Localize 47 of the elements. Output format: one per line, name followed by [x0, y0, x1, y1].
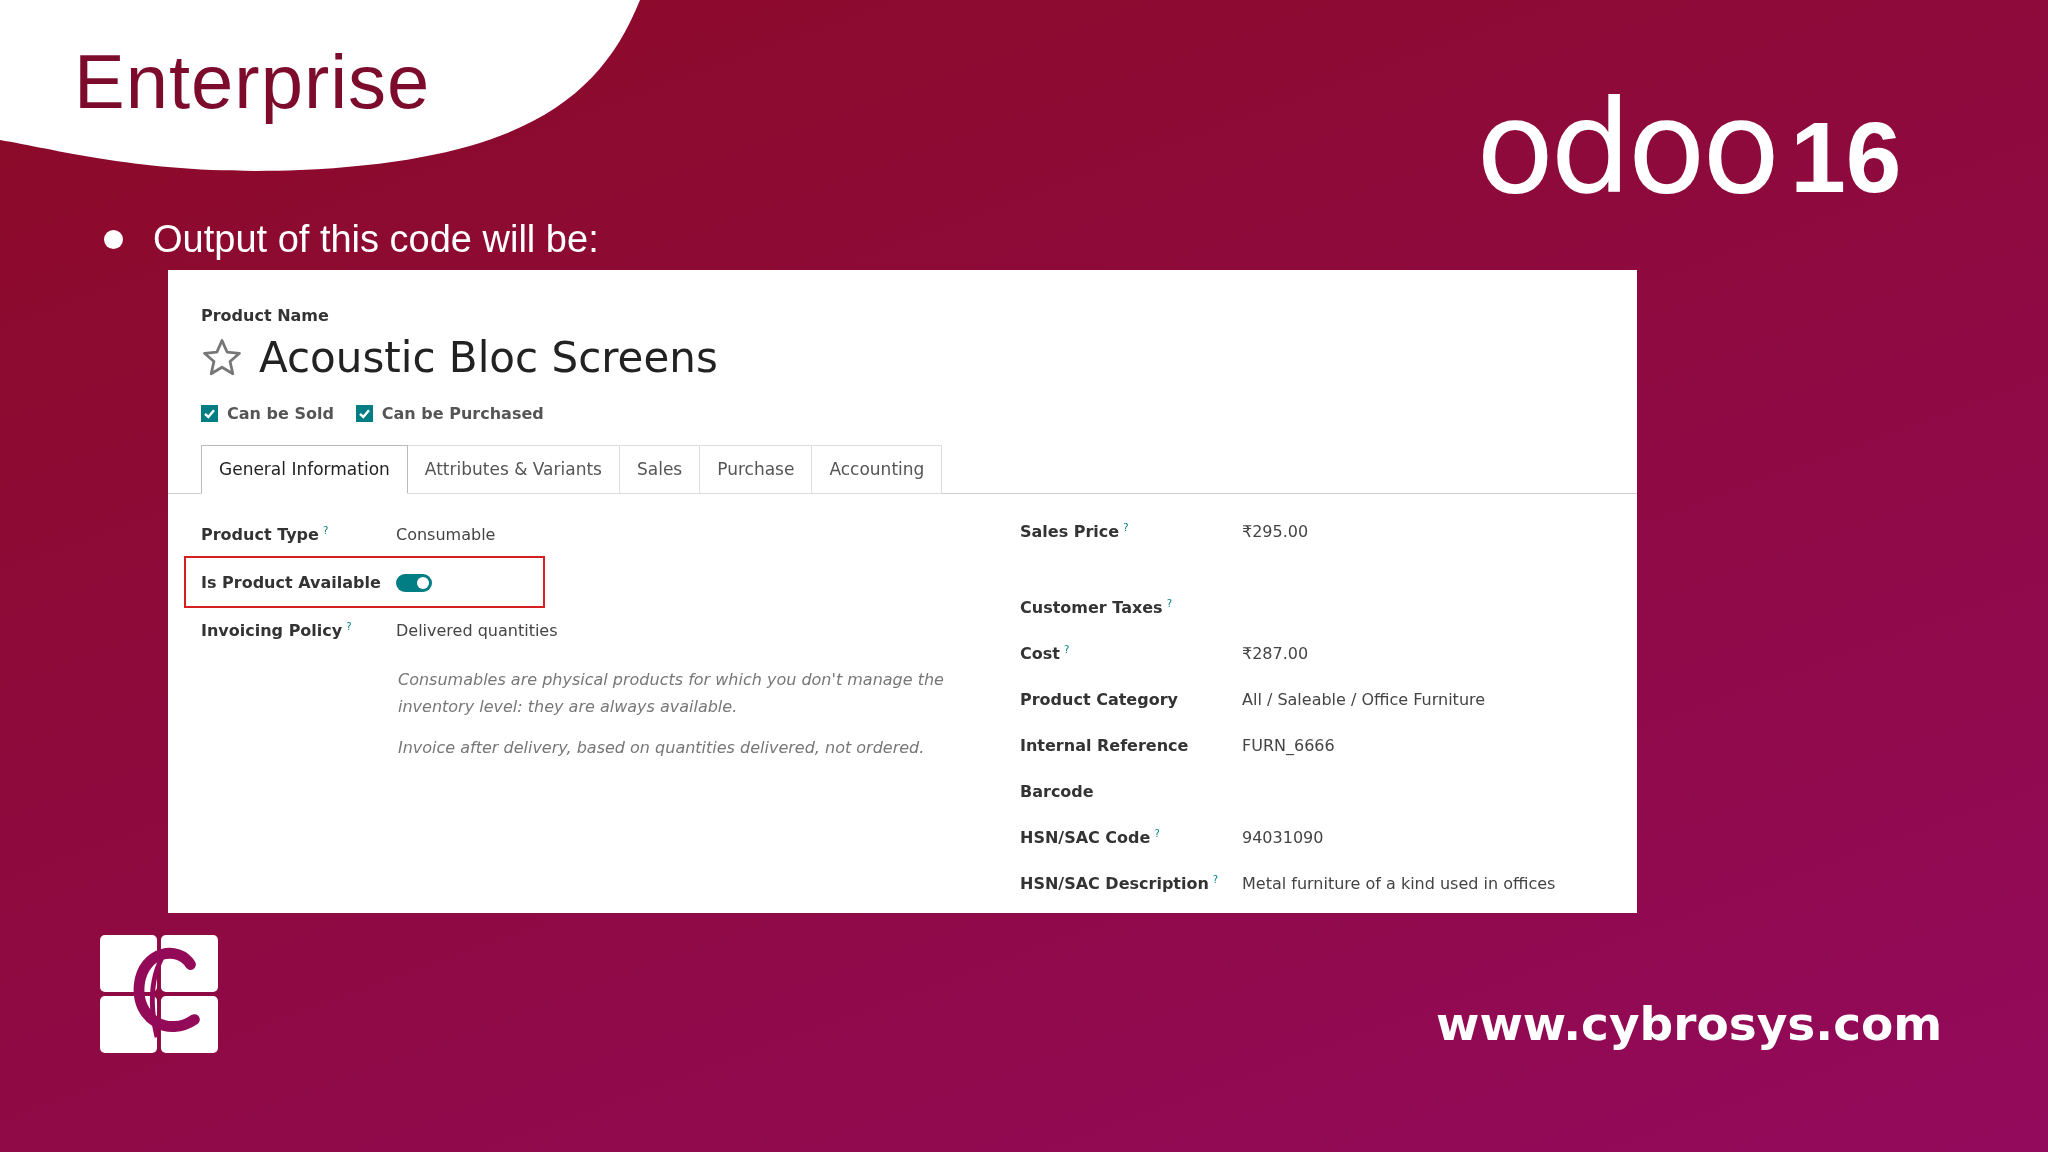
tab[interactable]: General Information — [201, 445, 408, 494]
field-label: HSN/SAC Description — [1020, 873, 1209, 893]
field-label: Cost — [1020, 643, 1060, 663]
help-text: Invoice after delivery, based on quantities delivered, not ordered. — [398, 737, 926, 760]
help-mark[interactable]: ? — [1063, 643, 1070, 655]
checkbox-label: Can be Sold — [227, 404, 334, 423]
help-mark[interactable]: ? — [1212, 873, 1219, 885]
checkbox[interactable] — [201, 405, 218, 422]
help-text: Consumables are physical products for which you don't manage the inventory level: they are always available. — [398, 669, 945, 719]
field-label: Is Product Available — [201, 572, 381, 592]
field-label: Barcode — [1020, 781, 1094, 801]
checkbox-label: Can be Purchased — [381, 404, 544, 423]
tab[interactable]: Sales — [619, 445, 701, 494]
help-mark[interactable]: ? — [1123, 522, 1129, 533]
field-label: Product Type — [201, 524, 319, 544]
field-label: Product Name — [201, 306, 330, 325]
field-label: Sales Price — [1020, 522, 1120, 541]
field-value: ₹295.00 — [1242, 522, 1309, 541]
field-label: Product Category — [1020, 689, 1178, 709]
company-logo-icon — [100, 935, 218, 1053]
field-label: Invoicing Policy — [201, 620, 343, 640]
field-value: Metal furniture of a kind used in offices — [1242, 873, 1556, 893]
field-label: Internal Reference — [1020, 735, 1189, 755]
help-mark[interactable]: ? — [1154, 827, 1160, 839]
bullet-dot — [104, 230, 123, 249]
bullet-text: Output of this code will be: — [153, 218, 599, 261]
field-value: FURN_6666 — [1242, 735, 1335, 755]
field-value: All / Saleable / Office Furniture — [1242, 689, 1486, 709]
field-label: Customer Taxes — [1020, 597, 1163, 617]
field-value: Delivered quantities — [396, 620, 558, 640]
checkbox[interactable] — [355, 405, 373, 422]
help-mark[interactable]: ? — [346, 620, 352, 632]
help-mark[interactable]: ? — [1166, 597, 1172, 609]
tab[interactable]: Accounting — [812, 445, 943, 494]
tab[interactable]: Attributes & Variants — [407, 445, 620, 494]
brand-logo-text: odoo — [1476, 84, 1777, 212]
toggle-switch[interactable] — [396, 573, 432, 592]
product-name: Acoustic Bloc Screens — [259, 333, 718, 382]
website-url: www.cybrosys.com — [1436, 996, 1943, 1051]
version-number: 16 — [1790, 107, 1902, 207]
field-label: HSN/SAC Code — [1020, 827, 1151, 847]
tab[interactable]: Purchase — [700, 445, 813, 494]
slide-title: Enterprise — [74, 38, 431, 125]
field-value: 94031090 — [1242, 827, 1324, 847]
help-mark[interactable]: ? — [322, 524, 329, 536]
field-value: ₹287.00 — [1242, 643, 1309, 663]
field-value: Consumable — [396, 524, 496, 544]
